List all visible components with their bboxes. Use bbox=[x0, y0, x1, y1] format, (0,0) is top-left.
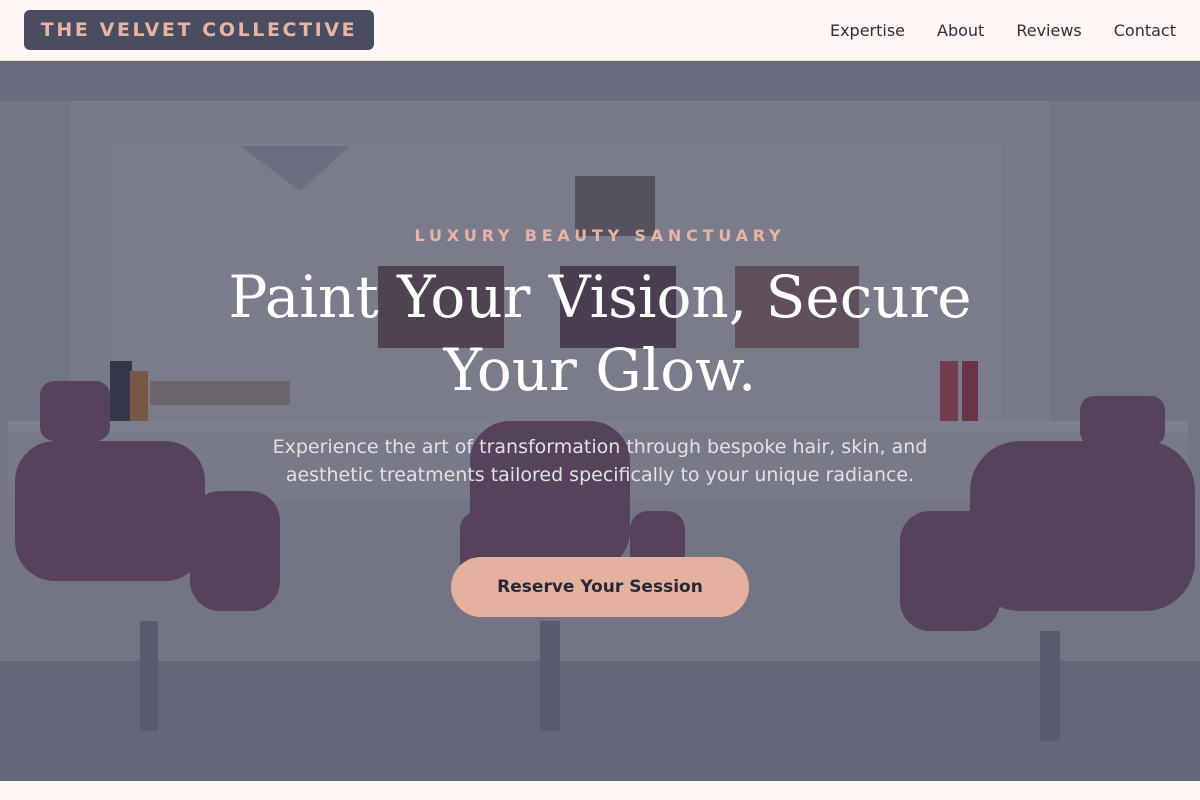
nav-link-expertise[interactable]: Expertise bbox=[830, 21, 905, 40]
reserve-session-button[interactable]: Reserve Your Session bbox=[451, 557, 749, 617]
nav-link-contact[interactable]: Contact bbox=[1114, 21, 1176, 40]
main-nav: Expertise About Reviews Contact bbox=[830, 0, 1176, 60]
hero-section: LUXURY BEAUTY SANCTUARY Paint Your Visio… bbox=[0, 61, 1200, 781]
nav-link-about[interactable]: About bbox=[937, 21, 984, 40]
hero-headline: Paint Your Vision, Secure Your Glow. bbox=[228, 263, 972, 404]
hero-subtext: Experience the art of transformation thr… bbox=[272, 436, 928, 486]
site-header: THE VELVET COLLECTIVE Expertise About Re… bbox=[0, 0, 1200, 61]
nav-link-reviews[interactable]: Reviews bbox=[1016, 21, 1081, 40]
hero-eyebrow: LUXURY BEAUTY SANCTUARY bbox=[414, 226, 786, 245]
hero-content: LUXURY BEAUTY SANCTUARY Paint Your Visio… bbox=[0, 61, 1200, 781]
brand-logo[interactable]: THE VELVET COLLECTIVE bbox=[24, 10, 374, 50]
